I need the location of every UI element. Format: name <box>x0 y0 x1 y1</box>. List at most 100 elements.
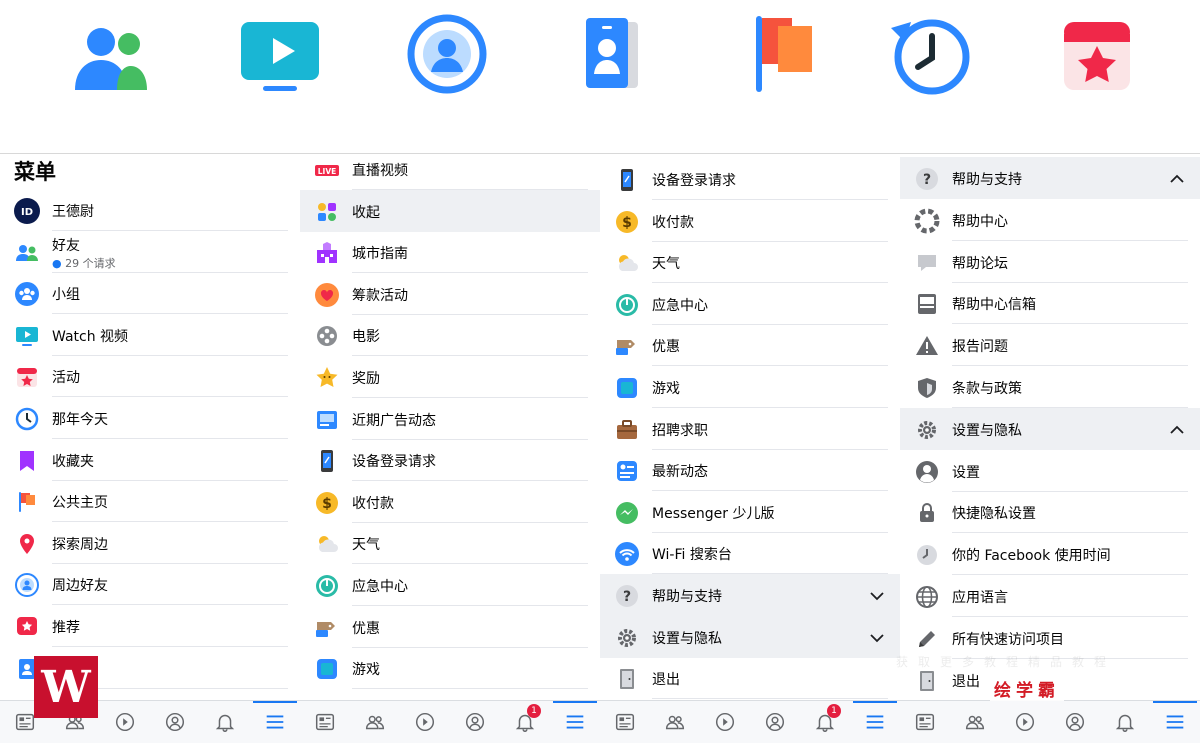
chevron-up-icon[interactable] <box>1170 422 1184 436</box>
chevron-down-icon[interactable] <box>870 630 884 644</box>
menu-item[interactable]: 你的 Facebook 使用时间 <box>900 533 1200 575</box>
tab-profile-icon[interactable] <box>750 701 800 743</box>
menu-item[interactable]: $收付款 <box>600 200 900 242</box>
menu-item[interactable]: LIVE直播视频 <box>300 154 600 190</box>
menu-item[interactable]: 优惠 <box>300 606 600 648</box>
tab-watch-icon[interactable] <box>700 701 750 743</box>
menu-item-label: 快捷隐私设置 <box>952 503 1036 523</box>
menu-item[interactable]: 设备登录请求 <box>600 158 900 200</box>
pages-flag-icon[interactable] <box>734 12 824 102</box>
tab-menu-icon[interactable] <box>1150 701 1200 743</box>
menu-item[interactable]: 收藏夹 <box>0 439 300 481</box>
row-separator <box>352 688 588 689</box>
menu-item[interactable]: 那年今天 <box>0 397 300 439</box>
tab-watch-icon[interactable] <box>100 701 150 743</box>
help-icon: ? <box>614 583 640 609</box>
tab-menu-icon[interactable] <box>250 701 300 743</box>
profile-card-icon[interactable] <box>566 12 656 102</box>
friends-icon <box>663 710 687 734</box>
menu-item[interactable]: 活动 <box>0 355 300 397</box>
menu-item[interactable]: 最新动态 <box>600 449 900 491</box>
menu-item[interactable]: 优惠 <box>600 324 900 366</box>
tab-menu-icon[interactable] <box>850 701 900 743</box>
tab-profile-icon[interactable] <box>1050 701 1100 743</box>
menu-item-label: 招聘求职 <box>652 420 708 440</box>
menu-item[interactable]: 条款与政策 <box>900 366 1200 408</box>
menu-item[interactable]: 报告问题 <box>900 324 1200 366</box>
tab-menu-icon[interactable] <box>550 701 600 743</box>
menu-item[interactable]: 奖励 <box>300 356 600 398</box>
menu-item[interactable]: 应急中心 <box>600 283 900 325</box>
watermark-brand: 绘学霸 <box>990 676 1064 701</box>
menu-item[interactable]: 帮助论坛 <box>900 241 1200 283</box>
tab-profile-icon[interactable] <box>450 701 500 743</box>
menu-item[interactable]: 筹款活动 <box>300 273 600 315</box>
watch-video-icon[interactable] <box>235 12 325 102</box>
menu-item[interactable]: 小组 <box>0 272 300 314</box>
tab-friends-icon[interactable] <box>650 701 700 743</box>
watch-icon <box>413 710 437 734</box>
menu-section-header[interactable]: 设置与隐私 <box>600 616 900 658</box>
menu-item[interactable]: 近期广告动态 <box>300 398 600 440</box>
tab-friends-icon[interactable] <box>350 701 400 743</box>
menu-item-label: 优惠 <box>352 618 380 638</box>
menu-item[interactable]: 游戏 <box>300 647 600 689</box>
menu-item[interactable]: Watch 视频 <box>0 314 300 356</box>
shield-icon <box>914 375 940 401</box>
tab-watch-icon[interactable] <box>1000 701 1050 743</box>
menu-item[interactable]: 应急中心 <box>300 564 600 606</box>
tab-notifications-icon[interactable]: 1 <box>500 701 550 743</box>
menu-item[interactable]: 帮助中心信箱 <box>900 282 1200 324</box>
menu-item[interactable]: 公共主页 <box>0 480 300 522</box>
tab-profile-icon[interactable] <box>150 701 200 743</box>
chevron-down-icon[interactable] <box>870 588 884 602</box>
menu-section-header[interactable]: 设置与隐私 <box>900 408 1200 450</box>
menu-item[interactable]: 退出 <box>600 657 900 699</box>
menu-section-header[interactable]: ?帮助与支持 <box>900 157 1200 199</box>
menu-item[interactable]: 探索周边 <box>0 522 300 564</box>
menu-item[interactable]: 设置 <box>900 450 1200 492</box>
menu-icon <box>1163 710 1187 734</box>
tab-friends-icon[interactable] <box>950 701 1000 743</box>
menu-item[interactable]: Wi-Fi 搜索台 <box>600 532 900 574</box>
menu-item[interactable]: 好友● 29 个请求 <box>0 231 300 273</box>
menu-item[interactable]: Messenger 少儿版 <box>600 491 900 533</box>
menu-item[interactable]: 帮助中心 <box>900 199 1200 241</box>
time-icon <box>914 542 940 568</box>
live-icon: LIVE <box>314 157 340 183</box>
friends-icon[interactable] <box>65 12 155 102</box>
tab-notifications-icon[interactable]: 1 <box>800 701 850 743</box>
menu-icon <box>263 710 287 734</box>
menu-item[interactable]: 推荐 <box>0 605 300 647</box>
menu-item[interactable]: 游戏 <box>600 366 900 408</box>
events-star-icon[interactable] <box>1052 12 1142 102</box>
weather-icon <box>314 531 340 557</box>
menu-item[interactable]: 应用语言 <box>900 575 1200 617</box>
tab-news-feed-icon[interactable] <box>600 701 650 743</box>
menu-item[interactable]: 快捷隐私设置 <box>900 491 1200 533</box>
menu-item[interactable]: 天气 <box>600 241 900 283</box>
menu-section-header[interactable]: ?帮助与支持 <box>600 574 900 616</box>
svg-text:?: ? <box>923 172 931 188</box>
friend-request-count-text: 29 个请求 <box>65 257 116 270</box>
memories-clock-icon[interactable] <box>887 12 977 102</box>
tab-news-feed-icon[interactable] <box>300 701 350 743</box>
tab-watch-icon[interactable] <box>400 701 450 743</box>
chevron-up-icon[interactable] <box>1170 171 1184 185</box>
lock-icon <box>914 500 940 526</box>
menu-item[interactable]: 招聘求职 <box>600 408 900 450</box>
menu-item[interactable]: $收付款 <box>300 481 600 523</box>
menu-item-label: 设置与隐私 <box>952 420 1022 440</box>
menu-item[interactable]: 电影 <box>300 314 600 356</box>
menu-item[interactable]: 城市指南 <box>300 231 600 273</box>
menu-section-header[interactable]: 收起 <box>300 190 600 232</box>
tab-news-feed-icon[interactable] <box>900 701 950 743</box>
tab-notifications-icon[interactable] <box>200 701 250 743</box>
menu-item[interactable]: 设备登录请求 <box>300 439 600 481</box>
nearby-friends-icon[interactable] <box>402 12 492 102</box>
tab-notifications-icon[interactable] <box>1100 701 1150 743</box>
menu-item[interactable]: ID王德尉 <box>0 189 300 231</box>
menu-item[interactable]: 天气 <box>300 522 600 564</box>
menu-item[interactable]: 周边好友 <box>0 563 300 605</box>
menu-item-label: 应急中心 <box>652 295 708 315</box>
